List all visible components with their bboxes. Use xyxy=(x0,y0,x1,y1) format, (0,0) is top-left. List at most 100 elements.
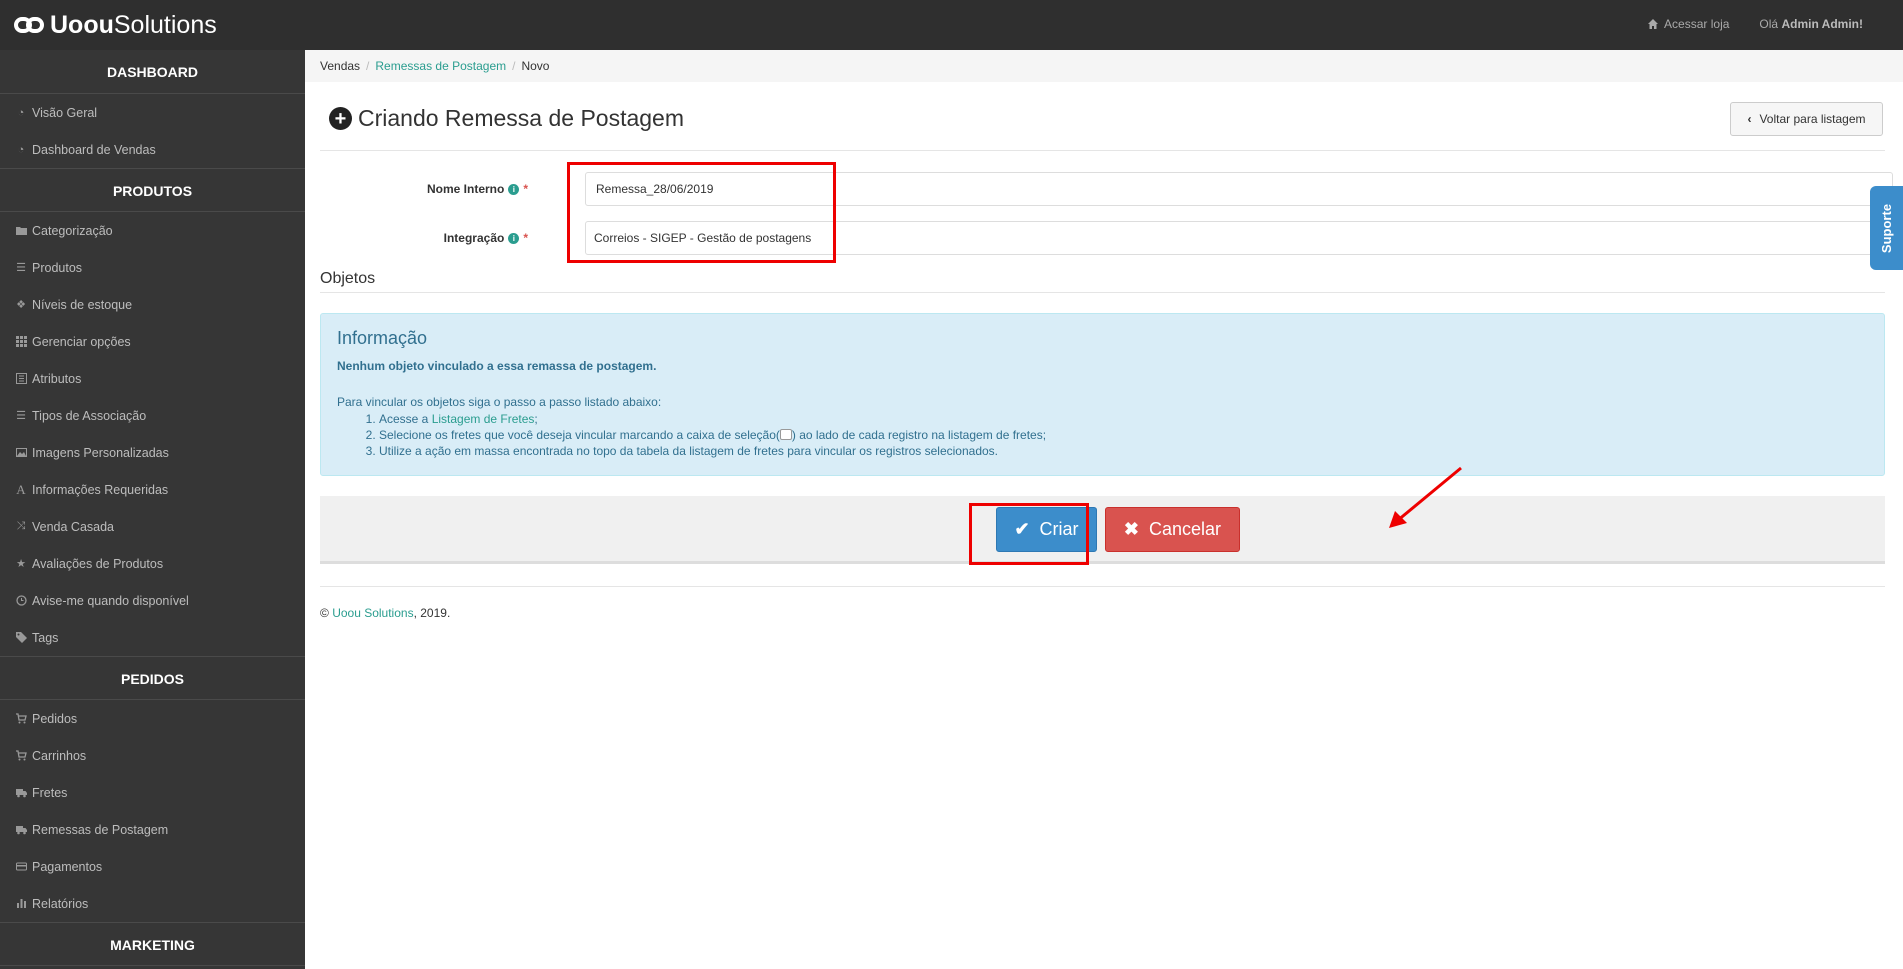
sidebar-item-label: Produtos xyxy=(32,260,83,275)
nome-interno-label: Nome Interno i * xyxy=(427,172,528,206)
breadcrumb-separator: / xyxy=(512,59,516,73)
sidebar-item-categorizacao[interactable]: Categorização xyxy=(0,212,305,249)
tag-icon xyxy=(15,632,27,644)
sidebar-item-gerenciar-opcoes[interactable]: Gerenciar opções xyxy=(0,323,305,360)
sidebar-item-label: Pagamentos xyxy=(32,859,103,874)
form-row-nome-interno: Nome Interno i * xyxy=(305,172,1903,206)
truck-icon xyxy=(15,787,27,799)
alert-step-3: Utilize a ação em massa encontrada no to… xyxy=(379,444,1868,458)
listagem-fretes-link[interactable]: Listagem de Fretes xyxy=(432,412,535,426)
step-text: Acesse a xyxy=(379,412,432,426)
sidebar-item-carrinhos[interactable]: Carrinhos xyxy=(0,737,305,774)
required-mark: * xyxy=(523,231,528,245)
alert-title: Informação xyxy=(337,328,428,348)
random-icon: ⤨ xyxy=(16,520,26,532)
support-tab-label: Suporte xyxy=(1879,203,1894,253)
font-icon: A xyxy=(16,481,26,497)
info-icon[interactable]: i xyxy=(508,232,520,244)
sidebar-item-niveis-estoque[interactable]: ❖ Níveis de estoque xyxy=(0,286,305,323)
list-alt-icon xyxy=(15,373,27,385)
sidebar-item-dashboard-vendas[interactable]: ◔ Dashboard de Vendas xyxy=(0,131,305,168)
divider xyxy=(320,150,1885,151)
step-text: ; xyxy=(534,412,538,426)
breadcrumb-parent[interactable]: Remessas de Postagem xyxy=(375,59,506,73)
sidebar: DASHBOARD ◔ Visão Geral ◔ Dashboard de Ven… xyxy=(0,50,305,969)
sidebar-item-venda-casada[interactable]: ⤨ Venda Casada xyxy=(0,508,305,545)
chevron-left-icon: ‹ xyxy=(1747,112,1752,126)
sidebar-item-pagamentos[interactable]: Pagamentos xyxy=(0,848,305,885)
grid-icon xyxy=(15,336,27,348)
bar-chart-icon xyxy=(15,898,27,910)
main-content: Vendas / Remessas de Postagem / Novo + C… xyxy=(305,50,1903,969)
sidebar-item-fretes[interactable]: Fretes xyxy=(0,774,305,811)
store-link[interactable]: Acessar loja xyxy=(1648,17,1729,31)
sidebar-section-produtos: PRODUTOS xyxy=(0,168,305,212)
cart-icon xyxy=(15,750,27,762)
sidebar-item-label: Fretes xyxy=(32,785,68,800)
alert-intro: Para vincular os objetos siga o passo a … xyxy=(337,395,662,409)
sidebar-item-label: Informações Requeridas xyxy=(32,482,169,497)
dashboard-icon: ◔ xyxy=(17,106,25,119)
divider xyxy=(320,292,1885,293)
credit-card-icon xyxy=(15,861,27,873)
form-row-integracao: Integração i * Correios - SIGEP - Gestão… xyxy=(305,221,1903,255)
clock-icon xyxy=(15,595,27,607)
breadcrumb-separator: / xyxy=(366,59,370,73)
alert-steps: Acesse a Listagem de Fretes; Selecione o… xyxy=(379,412,1868,458)
sidebar-item-label: Avaliações de Produtos xyxy=(32,556,164,571)
sidebar-item-label: Dashboard de Vendas xyxy=(32,142,156,157)
sidebar-item-label: Avise-me quando disponível xyxy=(32,593,189,608)
top-navbar: Uoou Solutions Acessar loja Olá Admin Adm… xyxy=(0,0,1903,50)
cart-icon xyxy=(15,713,27,725)
highlight-box-criar xyxy=(969,503,1089,565)
sidebar-item-label: Carrinhos xyxy=(32,748,87,763)
top-right-menu: Acessar loja Olá Admin Admin! xyxy=(1648,0,1863,48)
sidebar-item-label: Níveis de estoque xyxy=(32,297,133,312)
sidebar-item-label: Categorização xyxy=(32,223,113,238)
support-tab[interactable]: Suporte xyxy=(1870,186,1903,270)
logo-text-light: Solutions xyxy=(113,10,217,39)
step-text: Selecione os fretes que você deseja vinc… xyxy=(379,428,780,442)
user-menu[interactable]: Olá Admin Admin! xyxy=(1759,17,1863,31)
sidebar-item-avise-me[interactable]: Avise-me quando disponível xyxy=(0,582,305,619)
sidebar-item-relatorios[interactable]: Relatórios xyxy=(0,885,305,922)
cubes-icon: ❖ xyxy=(16,299,26,311)
sidebar-item-remessas[interactable]: Remessas de Postagem xyxy=(0,811,305,848)
user-name: Admin Admin! xyxy=(1781,17,1863,31)
sidebar-item-label: Imagens Personalizadas xyxy=(32,445,169,460)
sidebar-item-imagens-personalizadas[interactable]: Imagens Personalizadas xyxy=(0,434,305,471)
sidebar-item-visao-geral[interactable]: ◔ Visão Geral xyxy=(0,94,305,131)
sidebar-item-informacoes-requeridas[interactable]: A Informações Requeridas xyxy=(0,471,305,508)
sidebar-item-produtos[interactable]: ☰ Produtos xyxy=(0,249,305,286)
sidebar-item-tags[interactable]: Tags xyxy=(0,619,305,656)
footer-company-link[interactable]: Uoou Solutions xyxy=(332,606,413,620)
breadcrumb: Vendas / Remessas de Postagem / Novo xyxy=(305,50,1903,82)
sidebar-item-atributos[interactable]: Atributos xyxy=(0,360,305,397)
back-to-list-button[interactable]: ‹ Voltar para listagem xyxy=(1730,102,1883,136)
sidebar-item-pedidos[interactable]: Pedidos xyxy=(0,700,305,737)
alert-step-1: Acesse a Listagem de Fretes; xyxy=(379,412,1868,426)
truck-icon xyxy=(15,824,27,836)
info-icon[interactable]: i xyxy=(508,183,520,195)
breadcrumb-current: Novo xyxy=(521,59,550,73)
sidebar-item-tipos-associacao[interactable]: ☰ Tipos de Associação xyxy=(0,397,305,434)
cancelar-button[interactable]: ✖ Cancelar xyxy=(1105,507,1240,552)
close-icon: ✖ xyxy=(1123,519,1140,539)
back-button-label: Voltar para listagem xyxy=(1759,112,1866,126)
step-text: ) ao lado de cada registro na listagem d… xyxy=(791,428,1047,442)
required-mark: * xyxy=(523,182,528,196)
logo-mark-icon xyxy=(14,17,44,33)
sidebar-section-marketing: MARKETING xyxy=(0,922,305,966)
nome-interno-label-text: Nome Interno xyxy=(426,182,505,196)
alert-step-2: Selecione os fretes que você deseja vinc… xyxy=(379,428,1868,442)
sidebar-item-label: Venda Casada xyxy=(32,519,115,534)
form-actions-bar: ✔ Criar ✖ Cancelar xyxy=(320,496,1885,564)
page-title-text: Criando Remessa de Postagem xyxy=(358,105,684,131)
home-icon xyxy=(1648,19,1659,29)
sidebar-item-avaliacoes[interactable]: ★ Avaliações de Produtos xyxy=(0,545,305,582)
brand-logo[interactable]: Uoou Solutions xyxy=(14,10,217,40)
breadcrumb-root[interactable]: Vendas xyxy=(320,59,360,73)
integracao-label: Integração i * xyxy=(444,221,528,255)
folder-icon xyxy=(15,225,27,237)
checkbox-icon xyxy=(779,429,792,440)
